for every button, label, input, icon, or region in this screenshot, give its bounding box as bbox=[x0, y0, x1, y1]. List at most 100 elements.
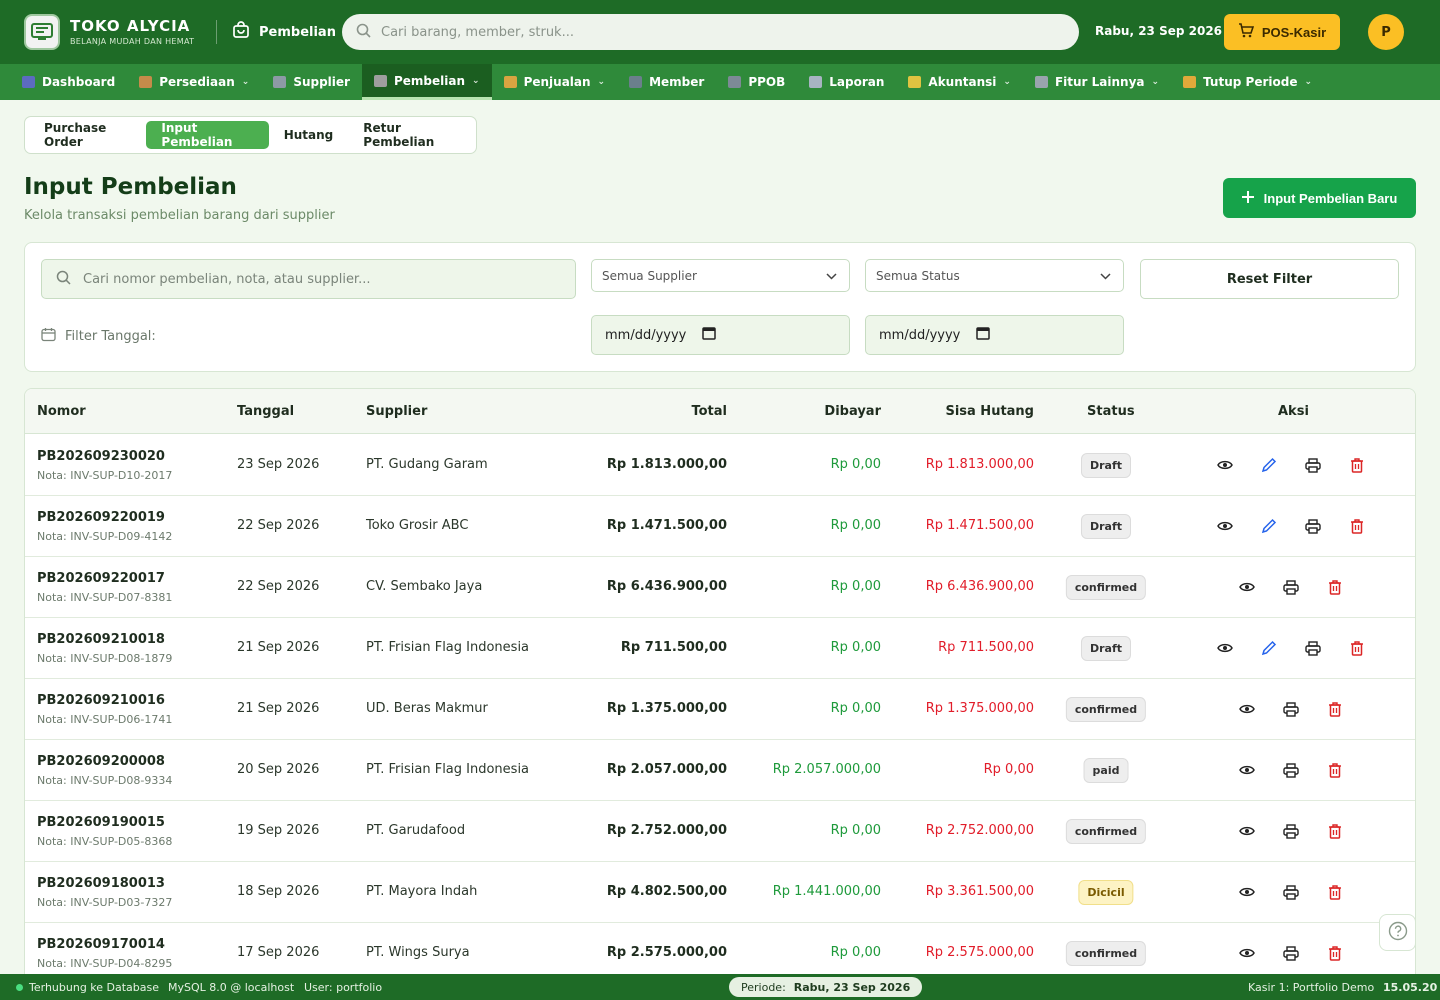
date-to-input[interactable]: mm/dd/yyyy bbox=[865, 315, 1124, 355]
total-amount: Rp 1.813.000,00 bbox=[606, 457, 727, 472]
trash-icon[interactable] bbox=[1348, 639, 1366, 657]
pos-kasir-button[interactable]: POS-Kasir bbox=[1224, 14, 1340, 50]
reset-filter-button[interactable]: Reset Filter bbox=[1140, 259, 1399, 299]
pencil-icon[interactable] bbox=[1260, 639, 1278, 657]
pencil-icon[interactable] bbox=[1260, 456, 1278, 474]
col-sisa-hutang[interactable]: Sisa Hutang bbox=[945, 404, 1034, 419]
filter-search-input[interactable] bbox=[83, 271, 563, 287]
main-nav: Dashboard Persediaan ⌄ Supplier Pembelian ⌄ Pe… bbox=[0, 64, 1440, 100]
trash-icon[interactable] bbox=[1326, 944, 1344, 962]
table-row[interactable]: PB202609180013 Nota: INV-SUP-D03-7327 18 S… bbox=[25, 862, 1415, 923]
col-nomor[interactable]: Nomor bbox=[37, 404, 86, 419]
calendar-icon[interactable] bbox=[702, 326, 717, 344]
col-dibayar[interactable]: Dibayar bbox=[824, 404, 881, 419]
trash-icon[interactable] bbox=[1348, 456, 1366, 474]
date-from-value: mm/dd/yyyy bbox=[605, 327, 687, 343]
status-badge: Draft bbox=[1080, 453, 1132, 478]
brand-tagline: BELANJA MUDAH DAN HEMAT bbox=[70, 37, 195, 46]
printer-icon[interactable] bbox=[1282, 822, 1300, 840]
eye-icon[interactable] bbox=[1216, 456, 1234, 474]
table-row[interactable]: PB202609220019 Nota: INV-SUP-D09-4142 22 S… bbox=[25, 496, 1415, 557]
nav-item-member[interactable]: Member bbox=[617, 64, 716, 100]
trash-icon[interactable] bbox=[1326, 761, 1344, 779]
eye-icon[interactable] bbox=[1216, 517, 1234, 535]
printer-icon[interactable] bbox=[1304, 456, 1322, 474]
remaining-debt: Rp 6.436.900,00 bbox=[925, 579, 1034, 594]
calendar-icon bbox=[41, 327, 56, 346]
invoice-number: Nota: INV-SUP-D10-2017 bbox=[37, 469, 173, 482]
col-aksi: Aksi bbox=[1278, 404, 1309, 419]
purchase-date: 21 Sep 2026 bbox=[237, 701, 320, 716]
nav-item-penjualan[interactable]: Penjualan ⌄ bbox=[492, 64, 618, 100]
chart-icon bbox=[22, 76, 35, 88]
col-tanggal[interactable]: Tanggal bbox=[237, 404, 294, 419]
eye-icon[interactable] bbox=[1238, 700, 1256, 718]
user-avatar[interactable]: P bbox=[1368, 14, 1404, 50]
nav-item-dashboard[interactable]: Dashboard bbox=[10, 64, 127, 100]
col-total[interactable]: Total bbox=[691, 404, 727, 419]
printer-icon[interactable] bbox=[1282, 883, 1300, 901]
store-logo-icon[interactable] bbox=[24, 14, 60, 50]
periode-value: Rabu, 23 Sep 2026 bbox=[793, 980, 911, 994]
ledger-icon bbox=[908, 76, 922, 88]
eye-icon[interactable] bbox=[1216, 639, 1234, 657]
calendar-icon[interactable] bbox=[976, 326, 991, 344]
tab-hutang[interactable]: Hutang bbox=[269, 121, 349, 149]
date-from-input[interactable]: mm/dd/yyyy bbox=[591, 315, 850, 355]
eye-icon[interactable] bbox=[1238, 578, 1256, 596]
tab-input-pembelian[interactable]: Input Pembelian bbox=[146, 121, 269, 149]
nav-item-tutup-periode[interactable]: Tutup Periode ⌄ bbox=[1171, 64, 1324, 100]
total-amount: Rp 711.500,00 bbox=[620, 640, 727, 655]
tab-retur-pembelian[interactable]: Retur Pembelian bbox=[348, 121, 472, 149]
pencil-icon[interactable] bbox=[1260, 517, 1278, 535]
paid-amount: Rp 0,00 bbox=[830, 457, 881, 472]
eye-icon[interactable] bbox=[1238, 822, 1256, 840]
help-button[interactable] bbox=[1379, 914, 1416, 951]
nav-item-pembelian[interactable]: Pembelian ⌄ bbox=[361, 64, 492, 100]
tab-purchase-order[interactable]: Purchase Order bbox=[29, 121, 146, 149]
supplier-select[interactable]: Semua Supplier bbox=[591, 259, 850, 292]
table-row[interactable]: PB202609210018 Nota: INV-SUP-D08-1879 21 S… bbox=[25, 618, 1415, 679]
supplier-name: PT. Frisian Flag Indonesia bbox=[366, 640, 530, 655]
table-row[interactable]: PB202609220017 Nota: INV-SUP-D07-8381 22 S… bbox=[25, 557, 1415, 618]
printer-icon[interactable] bbox=[1304, 639, 1322, 657]
nav-item-supplier[interactable]: Supplier bbox=[261, 64, 362, 100]
table-row[interactable]: PB202609190015 Nota: INV-SUP-D05-8368 19 S… bbox=[25, 801, 1415, 862]
table-row[interactable]: PB202609210016 Nota: INV-SUP-D06-1741 21 S… bbox=[25, 679, 1415, 740]
col-supplier[interactable]: Supplier bbox=[366, 404, 427, 419]
eye-icon[interactable] bbox=[1238, 883, 1256, 901]
nav-item-laporan[interactable]: Laporan bbox=[797, 64, 896, 100]
nav-item-akuntansi[interactable]: Akuntansi ⌄ bbox=[896, 64, 1023, 100]
printer-icon[interactable] bbox=[1282, 578, 1300, 596]
table-row[interactable]: PB202609230020 Nota: INV-SUP-D10-2017 23 S… bbox=[25, 435, 1415, 496]
purchase-date: 21 Sep 2026 bbox=[237, 640, 320, 655]
printer-icon[interactable] bbox=[1282, 944, 1300, 962]
eye-icon[interactable] bbox=[1238, 944, 1256, 962]
purchase-number: PB202609220019 bbox=[37, 510, 165, 525]
printer-icon[interactable] bbox=[1282, 761, 1300, 779]
trash-icon[interactable] bbox=[1326, 700, 1344, 718]
new-purchase-button[interactable]: Input Pembelian Baru bbox=[1223, 178, 1416, 218]
nav-item-persediaan[interactable]: Persediaan ⌄ bbox=[127, 64, 261, 100]
chevron-down-icon: ⌄ bbox=[241, 77, 250, 87]
paid-amount: Rp 0,00 bbox=[830, 640, 881, 655]
remaining-debt: Rp 1.375.000,00 bbox=[925, 701, 1034, 716]
nav-item-fitur-lainnya[interactable]: Fitur Lainnya ⌄ bbox=[1023, 64, 1171, 100]
global-search[interactable] bbox=[342, 14, 1079, 50]
nav-item-label: Dashboard bbox=[42, 75, 116, 89]
trash-icon[interactable] bbox=[1326, 822, 1344, 840]
trash-icon[interactable] bbox=[1326, 578, 1344, 596]
printer-icon[interactable] bbox=[1282, 700, 1300, 718]
trash-icon[interactable] bbox=[1348, 517, 1366, 535]
status-select[interactable]: Semua Status bbox=[865, 259, 1124, 292]
total-amount: Rp 2.575.000,00 bbox=[606, 945, 727, 960]
filter-search[interactable] bbox=[41, 259, 576, 299]
invoice-number: Nota: INV-SUP-D09-4142 bbox=[37, 530, 173, 543]
global-search-input[interactable] bbox=[381, 24, 1041, 40]
trash-icon[interactable] bbox=[1326, 883, 1344, 901]
eye-icon[interactable] bbox=[1238, 761, 1256, 779]
printer-icon[interactable] bbox=[1304, 517, 1322, 535]
purchase-date: 19 Sep 2026 bbox=[237, 823, 320, 838]
table-row[interactable]: PB202609200008 Nota: INV-SUP-D08-9334 20 S… bbox=[25, 740, 1415, 801]
nav-item-ppob[interactable]: PPOB bbox=[716, 64, 797, 100]
